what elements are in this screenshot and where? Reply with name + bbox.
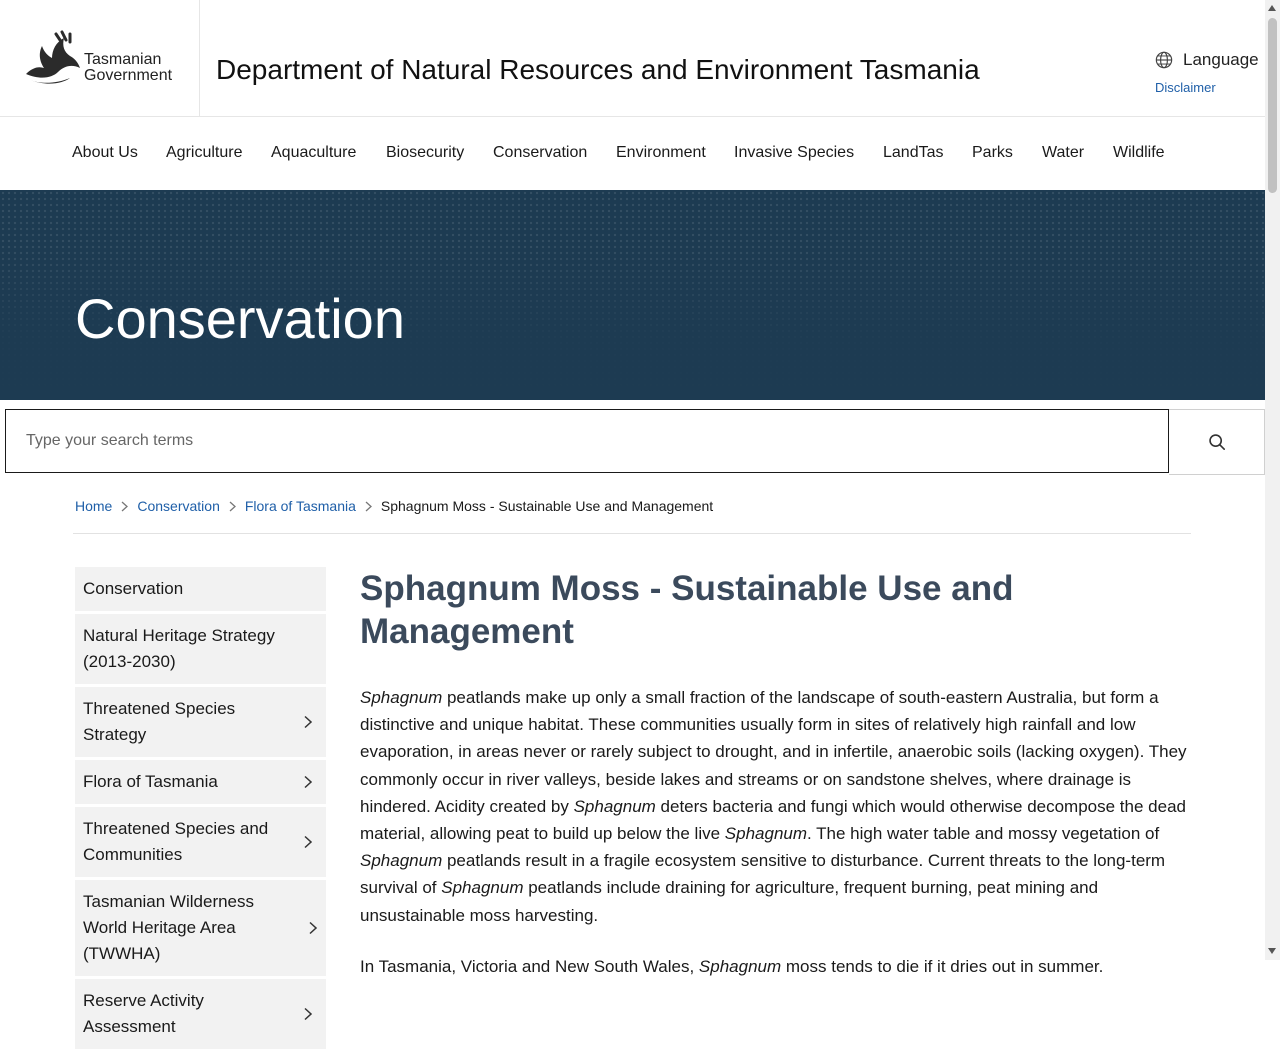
breadcrumb-current: Sphagnum Moss - Sustainable Use and Mana… — [380, 498, 714, 514]
sidebar-item-twwha[interactable]: Tasmanian Wilderness World Heritage Area… — [75, 880, 326, 979]
disclaimer-link[interactable]: Disclaimer — [1155, 80, 1216, 95]
sidebar-item-label: Threatened Species and Communities — [83, 819, 269, 864]
logo-text: Tasmanian Government — [84, 52, 172, 84]
sidebar-item-threatened-species-communities[interactable]: Threatened Species and Communities — [75, 807, 326, 880]
nav-item-aquaculture[interactable]: Aquaculture — [271, 144, 356, 162]
scroll-down-arrow-icon[interactable] — [1268, 948, 1276, 954]
nav-item-invasive-species[interactable]: Invasive Species — [734, 144, 854, 162]
sidebar-item-label: Reserve Activity Assessment — [83, 991, 204, 1036]
text-run: . The high water table and mossy vegetat… — [807, 824, 1160, 844]
nav-item-landtas[interactable]: LandTas — [883, 144, 944, 162]
italic-term: Sphagnum — [360, 688, 443, 707]
site-header: Tasmanian Government Department of Natur… — [0, 0, 1265, 117]
breadcrumb-conservation[interactable]: Conservation — [137, 498, 220, 514]
page-title: Sphagnum Moss - Sustainable Use and Mana… — [360, 569, 1014, 651]
chevron-right-icon[interactable] — [304, 835, 312, 849]
chevron-right-icon[interactable] — [304, 1007, 312, 1021]
hero-banner: Conservation — [0, 190, 1265, 400]
nav-item-water[interactable]: Water — [1042, 144, 1084, 162]
sidebar-item-label: Flora of Tasmania — [83, 772, 218, 791]
search-icon — [1208, 434, 1225, 451]
tasmanian-government-logo[interactable]: Tasmanian Government — [22, 28, 182, 88]
nav-item-about-us[interactable]: About Us — [72, 144, 138, 162]
language-label: Language — [1183, 50, 1259, 69]
sidebar-item-label: Natural Heritage Strategy (2013-2030) — [83, 626, 275, 671]
intro-paragraph: Sphagnum peatlands make up only a small … — [360, 684, 1190, 929]
chevron-right-icon[interactable] — [304, 715, 312, 729]
sidebar-item-threatened-species-strategy[interactable]: Threatened Species Strategy — [75, 687, 326, 760]
main-content: Sphagnum Moss - Sustainable Use and Mana… — [360, 567, 1190, 980]
site-title[interactable]: Department of Natural Resources and Envi… — [216, 54, 980, 86]
chevron-right-icon — [121, 501, 129, 512]
scrollbar-thumb[interactable] — [1268, 18, 1277, 193]
italic-term: Sphagnum — [573, 796, 656, 816]
sidebar-nav: Conservation Natural Heritage Strategy (… — [75, 567, 326, 1052]
logo-line-2: Government — [84, 67, 173, 84]
sidebar-item-label: Threatened Species Strategy — [83, 699, 236, 744]
chevron-right-icon — [229, 501, 236, 512]
italic-term: Sphagnum — [441, 878, 524, 898]
search-button[interactable] — [1169, 409, 1265, 475]
nav-item-agriculture[interactable]: Agriculture — [166, 144, 242, 162]
sidebar-item-natural-heritage-strategy[interactable]: Natural Heritage Strategy (2013-2030) — [75, 614, 326, 687]
scroll-up-arrow-icon[interactable] — [1268, 5, 1276, 11]
sidebar-item-reserve-activity-assessment[interactable]: Reserve Activity Assessment — [75, 979, 326, 1052]
chevron-right-icon[interactable] — [304, 775, 312, 789]
sidebar-item-flora-of-tasmania[interactable]: Flora of Tasmania — [75, 760, 326, 807]
nav-item-parks[interactable]: Parks — [972, 144, 1013, 162]
breadcrumb: Home Conservation Flora of Tasmania Spha… — [75, 498, 713, 514]
italic-term: Sphagnum — [360, 851, 443, 871]
second-paragraph: In Tasmania, Victoria and New South Wale… — [360, 953, 1190, 980]
main-nav: About Us Agriculture Aquaculture Biosecu… — [0, 117, 1265, 189]
sidebar-item-label: Tasmanian Wilderness World Heritage Area… — [83, 892, 255, 963]
chevron-right-icon[interactable] — [309, 921, 317, 935]
nav-item-environment[interactable]: Environment — [616, 144, 706, 162]
sidebar-item-conservation[interactable]: Conservation — [75, 567, 326, 614]
page-scrollbar[interactable] — [1265, 0, 1280, 960]
banner-title: Conservation — [75, 287, 405, 350]
header-divider — [199, 0, 200, 116]
sidebar-item-label: Conservation — [83, 579, 184, 598]
thylacine-logo-icon — [26, 30, 80, 84]
nav-item-conservation[interactable]: Conservation — [493, 144, 587, 162]
logo-line-1: Tasmanian — [84, 51, 162, 68]
nav-item-wildlife[interactable]: Wildlife — [1113, 144, 1165, 162]
search-input[interactable] — [5, 409, 1169, 473]
globe-icon — [1155, 51, 1173, 69]
language-selector[interactable]: Language — [1155, 50, 1259, 70]
nav-item-biosecurity[interactable]: Biosecurity — [386, 144, 464, 162]
search-bar — [5, 409, 1265, 475]
chevron-right-icon — [365, 501, 372, 512]
content-divider — [73, 533, 1191, 534]
italic-term: Sphagnum — [724, 824, 808, 844]
breadcrumb-flora-of-tasmania[interactable]: Flora of Tasmania — [245, 498, 356, 514]
breadcrumb-home[interactable]: Home — [75, 498, 112, 514]
